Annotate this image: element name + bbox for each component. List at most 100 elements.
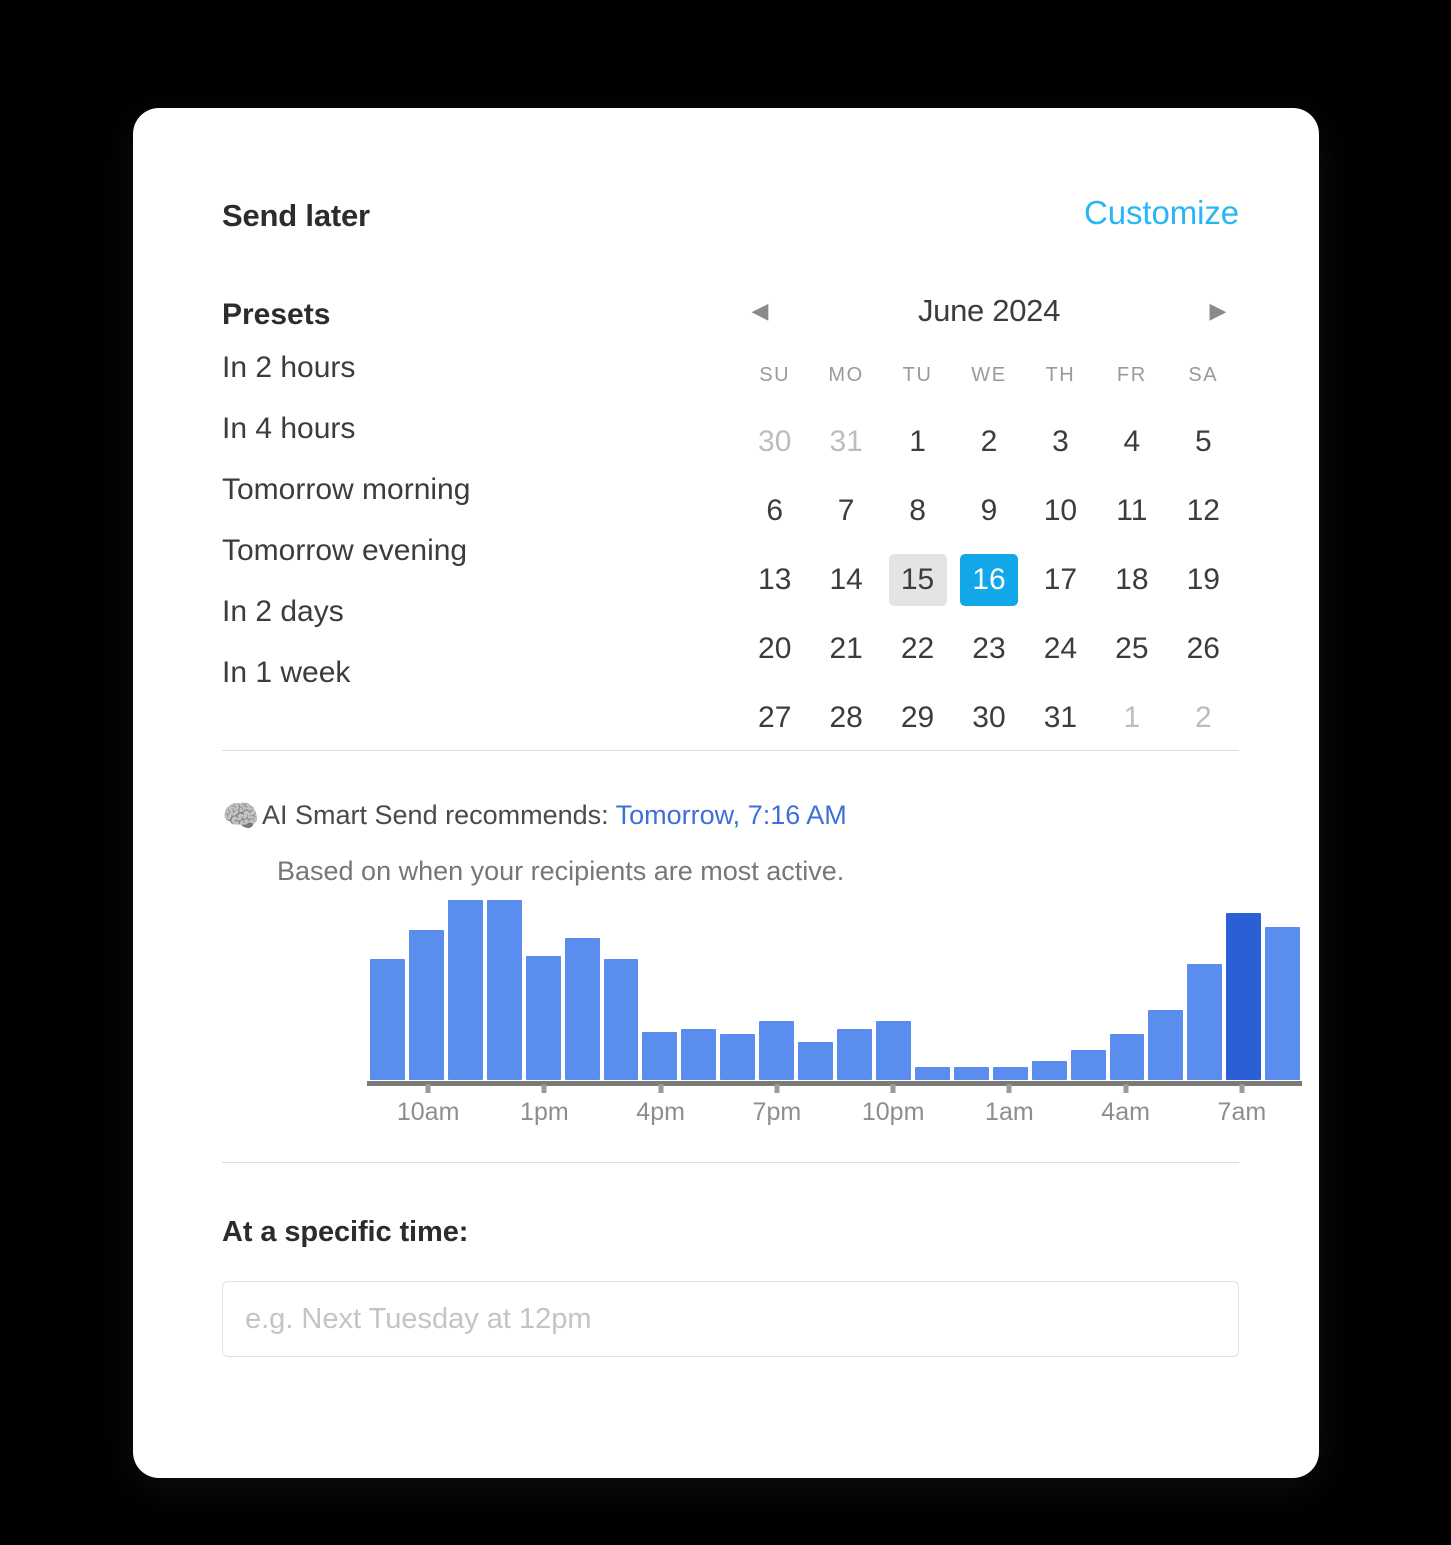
calendar-day-cell: 30 — [739, 411, 810, 472]
chart-x-labels: 10am 1pm 4pm 7pm 10pm 1am 4am 7am — [370, 1098, 1300, 1132]
preset-item[interactable]: In 2 hours — [222, 353, 692, 383]
presets-list: In 2 hours In 4 hours Tomorrow morning Tomo… — [222, 353, 692, 688]
calendar-day[interactable]: 12 — [1174, 485, 1232, 537]
chart-bar[interactable] — [1109, 1034, 1145, 1080]
calendar-day[interactable]: 21 — [817, 623, 875, 675]
specific-time-input[interactable] — [222, 1281, 1239, 1357]
preset-item[interactable]: In 2 days — [222, 597, 692, 627]
calendar-day[interactable]: 1 — [889, 416, 947, 468]
chart-bar[interactable] — [837, 1028, 872, 1080]
calendar-day[interactable]: 18 — [1103, 554, 1161, 606]
calendar-day[interactable]: 27 — [746, 692, 804, 744]
chart-bar[interactable] — [720, 1034, 756, 1080]
calendar-day[interactable]: 31 — [817, 416, 875, 468]
calendar-day[interactable]: 31 — [1031, 692, 1089, 744]
chart-bar[interactable] — [408, 929, 444, 1080]
ai-recommended-time-link[interactable]: Tomorrow, 7:16 AM — [616, 800, 847, 830]
calendar-day-cell: 18 — [1096, 549, 1167, 610]
calendar-day[interactable]: 30 — [746, 416, 804, 468]
calendar-day-today[interactable]: 15 — [888, 553, 947, 606]
chart-bar[interactable] — [642, 1031, 678, 1080]
calendar-day[interactable]: 26 — [1174, 623, 1232, 675]
chart-bar[interactable] — [1265, 926, 1301, 1080]
calendar-day[interactable]: 14 — [817, 554, 875, 606]
chart-bar[interactable] — [1031, 1061, 1067, 1080]
calendar-day-cell: 31 — [810, 411, 881, 472]
chart-bar[interactable] — [798, 1042, 834, 1080]
calendar-day[interactable]: 2 — [960, 416, 1018, 468]
chart-bar[interactable] — [1070, 1050, 1106, 1080]
chart-bar[interactable] — [1148, 1010, 1184, 1080]
chart-bar[interactable] — [486, 900, 522, 1080]
preset-item[interactable]: In 4 hours — [222, 414, 692, 444]
calendar-day[interactable]: 28 — [817, 692, 875, 744]
weekday-header: MO — [828, 364, 864, 386]
calendar-day-cell: 1 — [882, 411, 953, 472]
calendar-day-cell: 27 — [739, 687, 810, 748]
chart-tick — [890, 1084, 896, 1093]
calendar-day[interactable]: 3 — [1031, 416, 1089, 468]
chart-x-label: 7pm — [752, 1098, 802, 1126]
calendar-day[interactable]: 24 — [1031, 623, 1089, 675]
calendar-day-cell: 2 — [953, 411, 1024, 472]
calendar-day-selected[interactable]: 16 — [959, 553, 1018, 606]
calendar-day[interactable]: 2 — [1174, 692, 1232, 744]
presets-heading: Presets — [222, 298, 331, 331]
calendar-day[interactable]: 25 — [1103, 623, 1161, 675]
calendar-day-cell: 5 — [1168, 411, 1239, 472]
weekday-header: FR — [1116, 364, 1147, 386]
calendar-day[interactable]: 8 — [889, 485, 947, 537]
calendar-day[interactable]: 20 — [746, 623, 804, 675]
calendar-day[interactable]: 13 — [746, 554, 804, 606]
calendar-day[interactable]: 17 — [1031, 554, 1089, 606]
chart-bar[interactable] — [992, 1066, 1028, 1080]
calendar: ◀ June 2024 ▶ SU MO TU WE TH FR SA 30 31 1 2 3 4 5 6 7 8… — [739, 290, 1239, 748]
weekday-header: TU — [902, 364, 933, 386]
calendar-day-cell: 16 — [953, 549, 1024, 610]
calendar-day[interactable]: 11 — [1103, 485, 1161, 537]
calendar-day[interactable]: 19 — [1174, 554, 1232, 606]
calendar-day[interactable]: 9 — [960, 485, 1018, 537]
calendar-day[interactable]: 23 — [960, 623, 1018, 675]
chart-tick — [658, 1084, 664, 1093]
send-later-card: Send later Customize Presets In 2 hours I… — [133, 108, 1319, 1478]
calendar-day[interactable]: 30 — [960, 692, 1018, 744]
chart-bar[interactable] — [564, 937, 600, 1080]
chart-bar[interactable] — [681, 1028, 717, 1080]
calendar-day[interactable]: 10 — [1031, 485, 1089, 537]
chart-bar[interactable] — [525, 956, 561, 1080]
calendar-day[interactable]: 29 — [889, 692, 947, 744]
prev-month-icon[interactable]: ◀ — [745, 300, 775, 322]
calendar-day[interactable]: 1 — [1103, 692, 1161, 744]
ai-subtitle: Based on when your recipients are most a… — [277, 856, 845, 886]
calendar-day[interactable]: 5 — [1174, 416, 1232, 468]
specific-time-block: At a specific time: — [222, 1216, 1239, 1357]
calendar-day-cell: 15 — [882, 549, 953, 610]
ai-smart-send-block: 🧠 AI Smart Send recommends: Tomorrow, 7:… — [222, 800, 1239, 887]
next-month-icon[interactable]: ▶ — [1203, 300, 1233, 322]
chart-bar[interactable] — [1187, 964, 1223, 1080]
chart-bar[interactable] — [875, 1020, 911, 1080]
chart-bar-recommended[interactable] — [1226, 913, 1262, 1080]
chart-tick — [1006, 1084, 1012, 1093]
chart-bars — [370, 900, 1301, 1080]
calendar-day-cell: 24 — [1025, 618, 1096, 679]
preset-item[interactable]: Tomorrow evening — [222, 536, 692, 566]
calendar-day[interactable]: 6 — [746, 485, 804, 537]
preset-item[interactable]: Tomorrow morning — [222, 475, 692, 505]
calendar-day[interactable]: 4 — [1103, 416, 1161, 468]
chart-bar[interactable] — [603, 959, 639, 1080]
calendar-day[interactable]: 22 — [889, 623, 947, 675]
chart-bar[interactable] — [953, 1066, 989, 1080]
calendar-grid: SU MO TU WE TH FR SA 30 31 1 2 3 4 5 6 7 8 9 10 11 12 13 14 15 1… — [739, 352, 1239, 748]
chart-bar[interactable] — [370, 959, 405, 1080]
chart-bar[interactable] — [447, 900, 483, 1080]
preset-item[interactable]: In 1 week — [222, 658, 692, 688]
calendar-day[interactable]: 7 — [817, 485, 875, 537]
chart-bar[interactable] — [914, 1066, 950, 1080]
card-header: Send later Customize — [222, 194, 1239, 240]
customize-link[interactable]: Customize — [1084, 194, 1239, 232]
chart-x-label: 4am — [1101, 1098, 1150, 1126]
divider-top — [222, 750, 1239, 751]
chart-bar[interactable] — [759, 1020, 795, 1080]
